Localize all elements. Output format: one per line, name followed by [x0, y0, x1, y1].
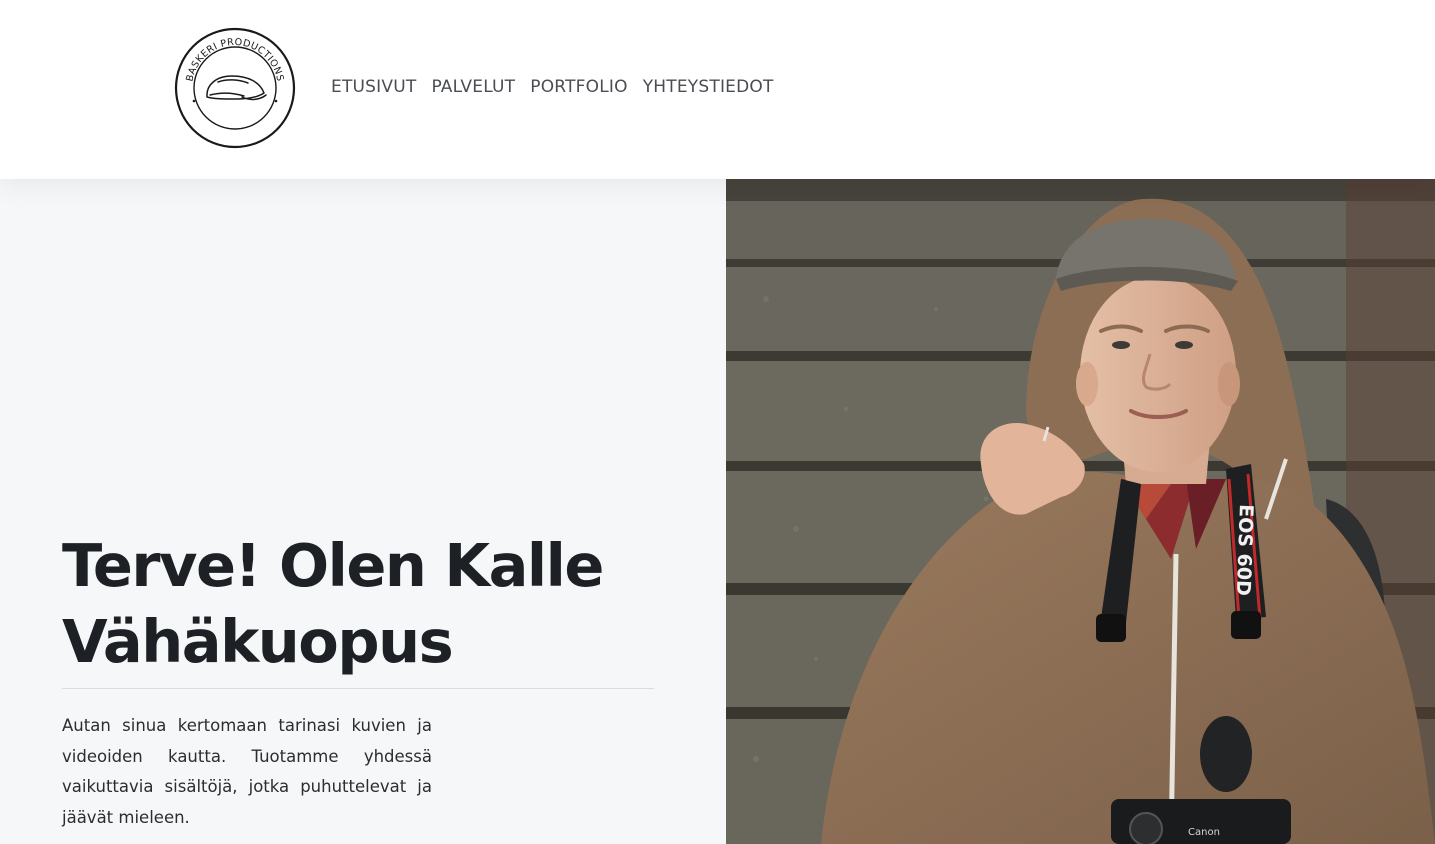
portrait-illustration: EOS 60D Canon: [726, 179, 1435, 844]
hero-section: Terve! Olen Kalle Vähäkuopus Autan sinua…: [0, 179, 1435, 844]
camera-brand-text: Canon: [1188, 827, 1220, 838]
strap-text: EOS 60D: [1232, 504, 1257, 596]
site-header: BASKERI PRODUCTIONS ETUSIVUT PALVELUT PO…: [0, 0, 1435, 179]
hero-divider: [62, 688, 654, 689]
hero-text-panel: Terve! Olen Kalle Vähäkuopus Autan sinua…: [0, 179, 726, 844]
main-nav: ETUSIVUT PALVELUT PORTFOLIO YHTEYSTIEDOT: [331, 76, 774, 98]
nav-link-palvelut[interactable]: PALVELUT: [431, 76, 515, 98]
hero-title-line-1: Terve! Olen Kalle: [62, 531, 604, 600]
nav-link-yhteystiedot[interactable]: YHTEYSTIEDOT: [643, 76, 774, 98]
baskeri-productions-logo: BASKERI PRODUCTIONS: [174, 27, 296, 149]
hero-intro-text: Autan sinua kertomaan tarinasi kuvien ja…: [62, 716, 432, 828]
hero-title: Terve! Olen Kalle Vähäkuopus: [62, 528, 682, 680]
hero-title-line-2: Vähäkuopus: [62, 607, 454, 676]
hero-portrait-photo: EOS 60D Canon: [726, 179, 1435, 844]
nav-link-portfolio[interactable]: PORTFOLIO: [530, 76, 627, 98]
nav-link-etusivut[interactable]: ETUSIVUT: [331, 76, 416, 98]
logo-link[interactable]: BASKERI PRODUCTIONS: [174, 27, 296, 149]
